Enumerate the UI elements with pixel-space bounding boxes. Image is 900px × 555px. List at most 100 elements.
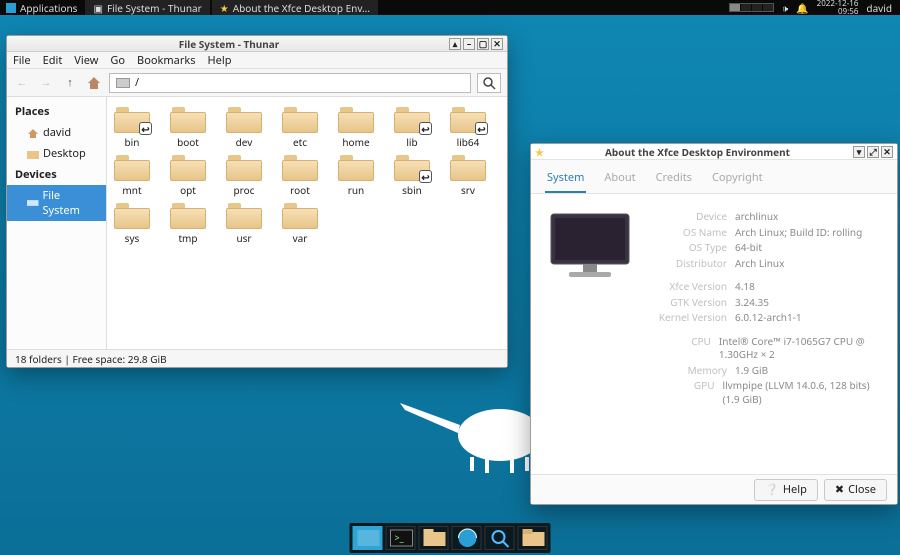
tab-about[interactable]: About bbox=[602, 166, 637, 193]
folder-icon bbox=[338, 153, 374, 181]
back-button[interactable]: ← bbox=[13, 74, 31, 92]
user-label[interactable]: david bbox=[866, 1, 892, 15]
svg-text:>_: >_ bbox=[395, 531, 405, 544]
clock[interactable]: 2022-12-16 09:56 bbox=[817, 0, 859, 16]
app-finder-icon bbox=[486, 526, 514, 550]
sidebar-item-desktop[interactable]: Desktop bbox=[7, 143, 106, 164]
folder-lib[interactable]: ↩lib bbox=[391, 105, 433, 149]
menu-file[interactable]: File bbox=[13, 53, 31, 68]
dock-directory[interactable] bbox=[518, 526, 548, 550]
help-label: Help bbox=[783, 482, 807, 497]
folder-sbin[interactable]: ↩sbin bbox=[391, 153, 433, 197]
applications-menu-label: Applications bbox=[20, 1, 77, 15]
star-icon: ★ bbox=[535, 145, 544, 159]
dock-file-manager[interactable] bbox=[419, 526, 449, 550]
path-entry[interactable]: / bbox=[109, 73, 471, 93]
info-value: Arch Linux bbox=[735, 257, 784, 271]
workspace-switcher[interactable] bbox=[729, 3, 774, 12]
folder-label: lib64 bbox=[457, 135, 480, 149]
folder-run[interactable]: run bbox=[335, 153, 377, 197]
minimize-button[interactable]: – bbox=[463, 38, 475, 50]
monitor-icon bbox=[547, 210, 633, 282]
taskbar-item[interactable]: ★About the Xfce Desktop Env... bbox=[212, 0, 378, 15]
applications-menu[interactable]: Applications bbox=[0, 1, 83, 15]
menu-go[interactable]: Go bbox=[110, 53, 125, 68]
menu-help[interactable]: Help bbox=[208, 53, 232, 68]
up-button[interactable]: ↑ bbox=[61, 74, 79, 92]
file-manager-icon bbox=[420, 526, 448, 550]
sidebar-item-label: Desktop bbox=[43, 146, 86, 161]
folder-sys[interactable]: sys bbox=[111, 201, 153, 245]
statusbar: 18 folders | Free space: 29.8 GiB bbox=[7, 349, 507, 367]
info-value: 6.0.12-arch1-1 bbox=[735, 311, 802, 325]
desktop[interactable]: File System - Thunar ▴ – ▢ ✕ File Edit Vie… bbox=[0, 15, 900, 555]
folder-icon bbox=[170, 153, 206, 181]
tab-system[interactable]: System bbox=[545, 166, 586, 193]
folder-var[interactable]: var bbox=[279, 201, 321, 245]
folder-opt[interactable]: opt bbox=[167, 153, 209, 197]
icon-view[interactable]: ↩binbootdevetchome↩lib↩lib64mntoptprocro… bbox=[107, 97, 507, 349]
tab-copyright[interactable]: Copyright bbox=[710, 166, 765, 193]
about-title: About the Xfce Desktop Environment bbox=[544, 145, 851, 159]
keep-above-button[interactable]: ▴ bbox=[449, 38, 461, 50]
folder-srv[interactable]: srv bbox=[447, 153, 489, 197]
about-titlebar[interactable]: ★ About the Xfce Desktop Environment ▾ ⤢… bbox=[531, 144, 897, 160]
info-key: OS Type bbox=[649, 241, 727, 255]
folder-proc[interactable]: proc bbox=[223, 153, 265, 197]
folder-usr[interactable]: usr bbox=[223, 201, 265, 245]
folder-label: mnt bbox=[122, 183, 141, 197]
folder-icon: ▣ bbox=[93, 1, 102, 15]
folder-mnt[interactable]: mnt bbox=[111, 153, 153, 197]
tab-credits[interactable]: Credits bbox=[654, 166, 694, 193]
about-keep-above-button[interactable]: ▾ bbox=[853, 146, 865, 158]
menu-bookmarks[interactable]: Bookmarks bbox=[137, 53, 195, 68]
top-panel: Applications ▣File System - Thunar★About… bbox=[0, 0, 900, 15]
dock-show-desktop[interactable] bbox=[353, 526, 383, 550]
side-pane: Places davidDesktop Devices File System bbox=[7, 97, 107, 349]
dock-app-finder[interactable] bbox=[485, 526, 515, 550]
folder-root[interactable]: root bbox=[279, 153, 321, 197]
info-key: GTK Version bbox=[649, 296, 727, 310]
folder-etc[interactable]: etc bbox=[279, 105, 321, 149]
audio-icon[interactable]: 🕩 bbox=[782, 1, 788, 15]
folder-label: bin bbox=[125, 135, 140, 149]
folder-label: etc bbox=[293, 135, 307, 149]
info-row: DistributorArch Linux bbox=[649, 257, 881, 271]
notification-icon[interactable]: 🔔 bbox=[796, 1, 808, 15]
symlink-badge-icon: ↩ bbox=[139, 122, 152, 135]
close-icon: ✖ bbox=[835, 482, 844, 497]
about-close-button[interactable]: ✕ bbox=[881, 146, 893, 158]
folder-boot[interactable]: boot bbox=[167, 105, 209, 149]
menu-edit[interactable]: Edit bbox=[43, 53, 63, 68]
help-button[interactable]: ❔ Help bbox=[754, 479, 818, 501]
search-button[interactable] bbox=[477, 73, 501, 93]
folder-label: root bbox=[290, 183, 310, 197]
forward-button[interactable]: → bbox=[37, 74, 55, 92]
symlink-badge-icon: ↩ bbox=[419, 122, 432, 135]
menu-view[interactable]: View bbox=[74, 53, 98, 68]
home-button[interactable] bbox=[85, 74, 103, 92]
folder-icon bbox=[338, 105, 374, 133]
folder-icon bbox=[226, 153, 262, 181]
thunar-titlebar[interactable]: File System - Thunar ▴ – ▢ ✕ bbox=[7, 36, 507, 52]
folder-icon: ↩ bbox=[114, 105, 150, 133]
folder-dev[interactable]: dev bbox=[223, 105, 265, 149]
sidebar-item-file-system[interactable]: File System bbox=[7, 185, 106, 221]
folder-tmp[interactable]: tmp bbox=[167, 201, 209, 245]
maximize-button[interactable]: ▢ bbox=[477, 38, 489, 50]
folder-home[interactable]: home bbox=[335, 105, 377, 149]
info-key: CPU bbox=[649, 335, 711, 362]
info-row: CPUIntel® Core™ i7-1065G7 CPU @ 1.30GHz … bbox=[649, 335, 881, 362]
dock-web-browser[interactable] bbox=[452, 526, 482, 550]
places-header: Places bbox=[7, 101, 106, 122]
folder-bin[interactable]: ↩bin bbox=[111, 105, 153, 149]
folder-lib64[interactable]: ↩lib64 bbox=[447, 105, 489, 149]
sidebar-item-david[interactable]: david bbox=[7, 122, 106, 143]
taskbar-item[interactable]: ▣File System - Thunar bbox=[85, 0, 209, 15]
dock-terminal[interactable]: >_ bbox=[386, 526, 416, 550]
about-maximize-button[interactable]: ⤢ bbox=[867, 146, 879, 158]
status-text: 18 folders | Free space: 29.8 GiB bbox=[15, 352, 167, 366]
close-button[interactable]: ✕ bbox=[491, 38, 503, 50]
folder-icon bbox=[226, 201, 262, 229]
close-dialog-button[interactable]: ✖ Close bbox=[824, 479, 887, 501]
